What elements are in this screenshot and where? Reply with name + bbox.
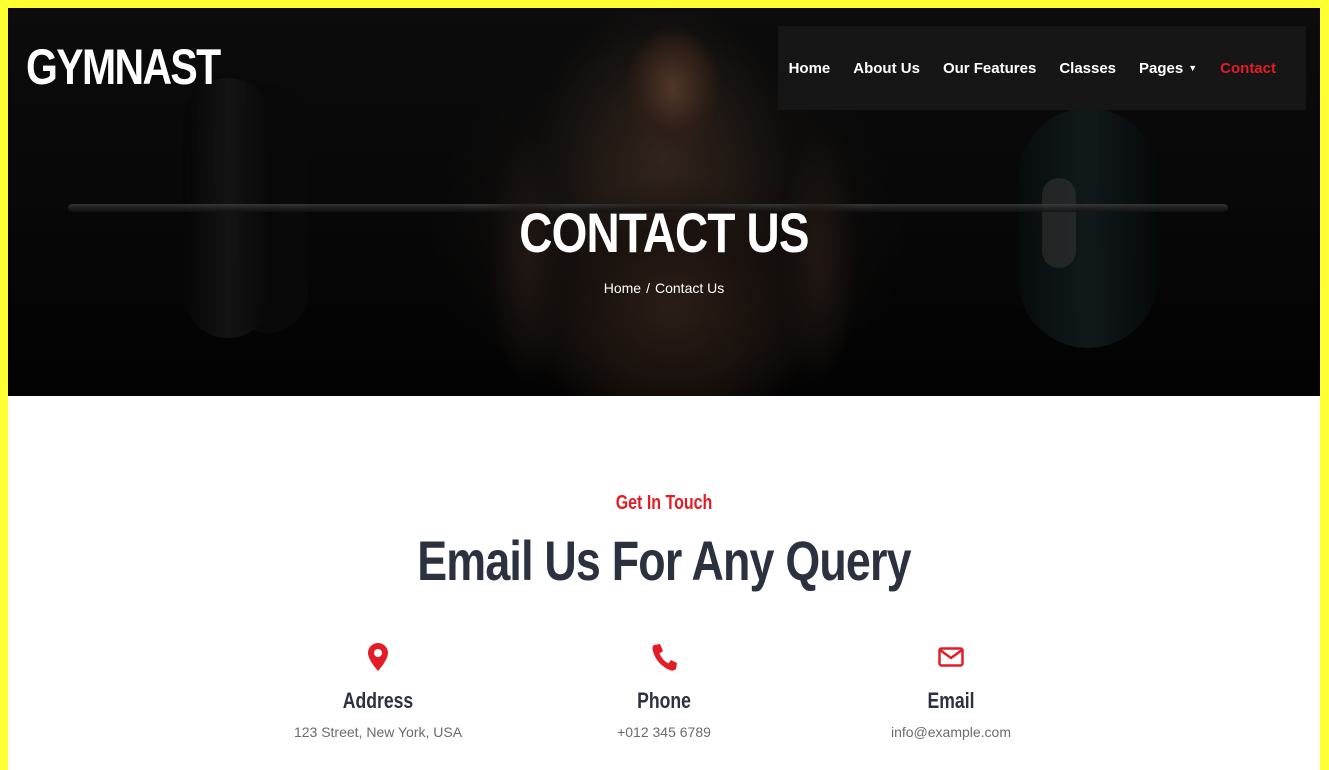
contact-email-value[interactable]: info@example.com	[831, 724, 1071, 740]
nav-item-pages-label: Pages	[1139, 59, 1184, 77]
nav-item-our-features[interactable]: Our Features	[943, 60, 1036, 77]
nav-item-home[interactable]: Home	[789, 60, 831, 77]
nav-item-classes[interactable]: Classes	[1059, 60, 1116, 77]
caret-down-icon: ▼	[1188, 63, 1198, 73]
phone-icon	[544, 640, 784, 674]
map-marker-icon	[258, 640, 498, 674]
main-navbar: Home About Us Our Features Classes Pages…	[778, 26, 1306, 110]
section-eyebrow: Get In Touch	[615, 492, 713, 514]
breadcrumb: Home / Contact Us	[8, 280, 1320, 296]
nav-item-pages-dropdown[interactable]: Pages ▼	[1139, 60, 1197, 77]
site-logo[interactable]: GYMNAST	[26, 38, 221, 96]
contact-email-label: Email	[927, 688, 975, 713]
breadcrumb-home-link[interactable]: Home	[604, 280, 641, 296]
contact-phone-value[interactable]: +012 345 6789	[544, 724, 784, 740]
nav-item-about-us[interactable]: About Us	[853, 60, 920, 77]
contact-address-label: Address	[342, 688, 414, 713]
contact-phone: Phone +012 345 6789	[544, 640, 784, 740]
contact-email: Email info@example.com	[831, 640, 1071, 740]
breadcrumb-separator: /	[646, 280, 650, 296]
hero-banner: GYMNAST Home About Us Our Features Class…	[8, 8, 1320, 396]
contact-address-value: 123 Street, New York, USA	[293, 724, 463, 740]
nav-item-contact[interactable]: Contact	[1220, 60, 1276, 77]
section-title: Email Us For Any Query	[417, 529, 911, 592]
contact-phone-label: Phone	[637, 688, 691, 713]
breadcrumb-current: Contact Us	[655, 280, 725, 296]
contact-address: Address 123 Street, New York, USA	[258, 640, 498, 740]
page: GYMNAST Home About Us Our Features Class…	[8, 8, 1320, 770]
envelope-icon	[831, 640, 1071, 674]
page-title: CONTACT US	[519, 201, 809, 264]
